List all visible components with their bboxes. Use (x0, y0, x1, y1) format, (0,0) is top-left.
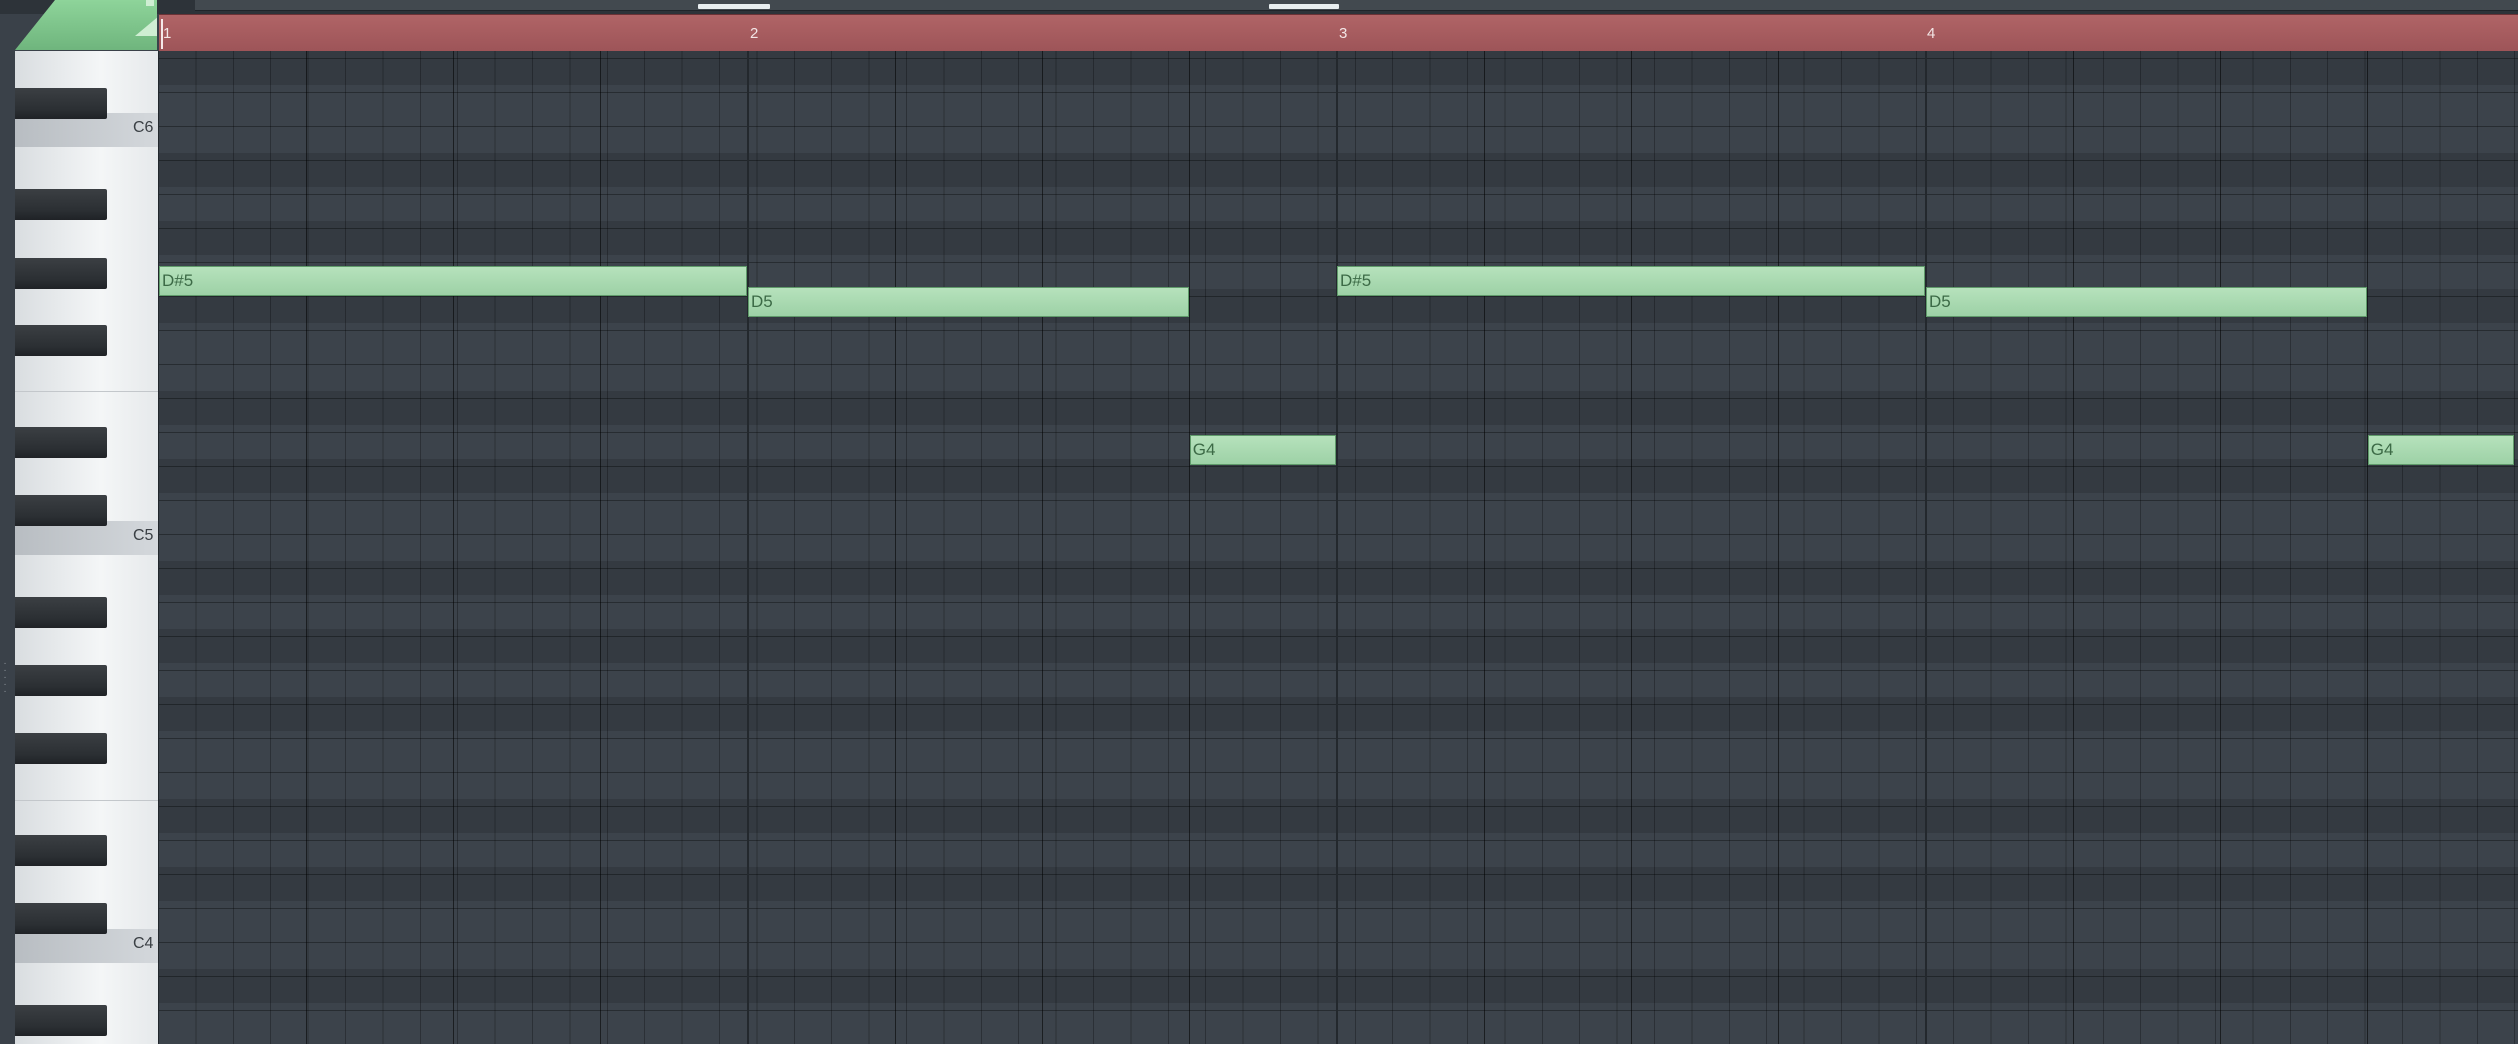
piano-keyboard[interactable]: C6 C5 C4 (15, 51, 160, 1044)
beat-line (600, 51, 601, 1044)
grid-row-black-key (159, 459, 2518, 493)
horizontal-scrollbar[interactable] (195, 0, 2518, 11)
grid-row-black-key (159, 867, 2518, 901)
black-key[interactable] (15, 427, 107, 458)
scroll-handle-right[interactable] (1269, 4, 1339, 9)
black-key[interactable] (15, 903, 107, 934)
beat-line (1778, 51, 1779, 1044)
bar-number: 3 (1339, 25, 1348, 42)
top-toolbar (0, 0, 2518, 14)
note-d5[interactable]: D5 (748, 287, 1189, 317)
black-key[interactable] (15, 1005, 107, 1036)
grid-row-black-key (159, 153, 2518, 187)
beat-line (1484, 51, 1485, 1044)
scroll-handle-left[interactable] (698, 4, 770, 9)
key-separator (15, 391, 158, 392)
grid-row-black-key (159, 799, 2518, 833)
grid-row-black-key (159, 969, 2518, 1003)
note-ds5[interactable]: D#5 (159, 266, 747, 296)
grid-row-black-key (159, 561, 2518, 595)
black-key[interactable] (15, 258, 107, 289)
beat-line (895, 51, 896, 1044)
key-separator (15, 800, 158, 801)
beat-line (453, 51, 454, 1044)
beat-line (1631, 51, 1632, 1044)
black-key[interactable] (15, 325, 107, 356)
beat-line (1042, 51, 1043, 1044)
octave-label-c6: C6 (133, 119, 154, 136)
black-key[interactable] (15, 597, 107, 628)
black-key[interactable] (15, 495, 107, 526)
note-ds5[interactable]: D#5 (1337, 266, 1925, 296)
black-key[interactable] (15, 835, 107, 866)
bar-number: 4 (1927, 25, 1936, 42)
grid-row-black-key (159, 629, 2518, 663)
grid-row-black-key (159, 697, 2518, 731)
bar-line (1336, 51, 1338, 1044)
beat-line (2073, 51, 2074, 1044)
grid-row-black-key (159, 221, 2518, 255)
panel-resize-grip[interactable]: · · · · · (0, 659, 10, 710)
resize-triangle-icon (135, 16, 157, 36)
beat-line (1189, 51, 1190, 1044)
black-key[interactable] (15, 665, 107, 696)
note-d5[interactable]: D5 (1926, 287, 2367, 317)
black-key[interactable] (15, 733, 107, 764)
black-key[interactable] (15, 88, 107, 119)
bar-line (1925, 51, 1927, 1044)
beat-line (2367, 51, 2368, 1044)
grid-row-black-key (159, 391, 2518, 425)
corner-marker-icon (146, 0, 154, 6)
octave-label-c4: C4 (133, 935, 154, 952)
grid-row-black-key (159, 51, 2518, 85)
black-key[interactable] (15, 189, 107, 220)
bar-number: 1 (163, 25, 172, 42)
beat-line (306, 51, 307, 1044)
note-g4[interactable]: G4 (2367, 435, 2514, 465)
timeline-ruler[interactable]: 1 2 3 4 (159, 14, 2518, 53)
note-grid[interactable]: D#5 D5 G4 D#5 D5 G4 (159, 51, 2518, 1044)
note-g4[interactable]: G4 (1189, 435, 1336, 465)
bar-line (747, 51, 749, 1044)
beat-line (2220, 51, 2221, 1044)
octave-label-c5: C5 (133, 527, 154, 544)
bar-number: 2 (750, 25, 759, 42)
